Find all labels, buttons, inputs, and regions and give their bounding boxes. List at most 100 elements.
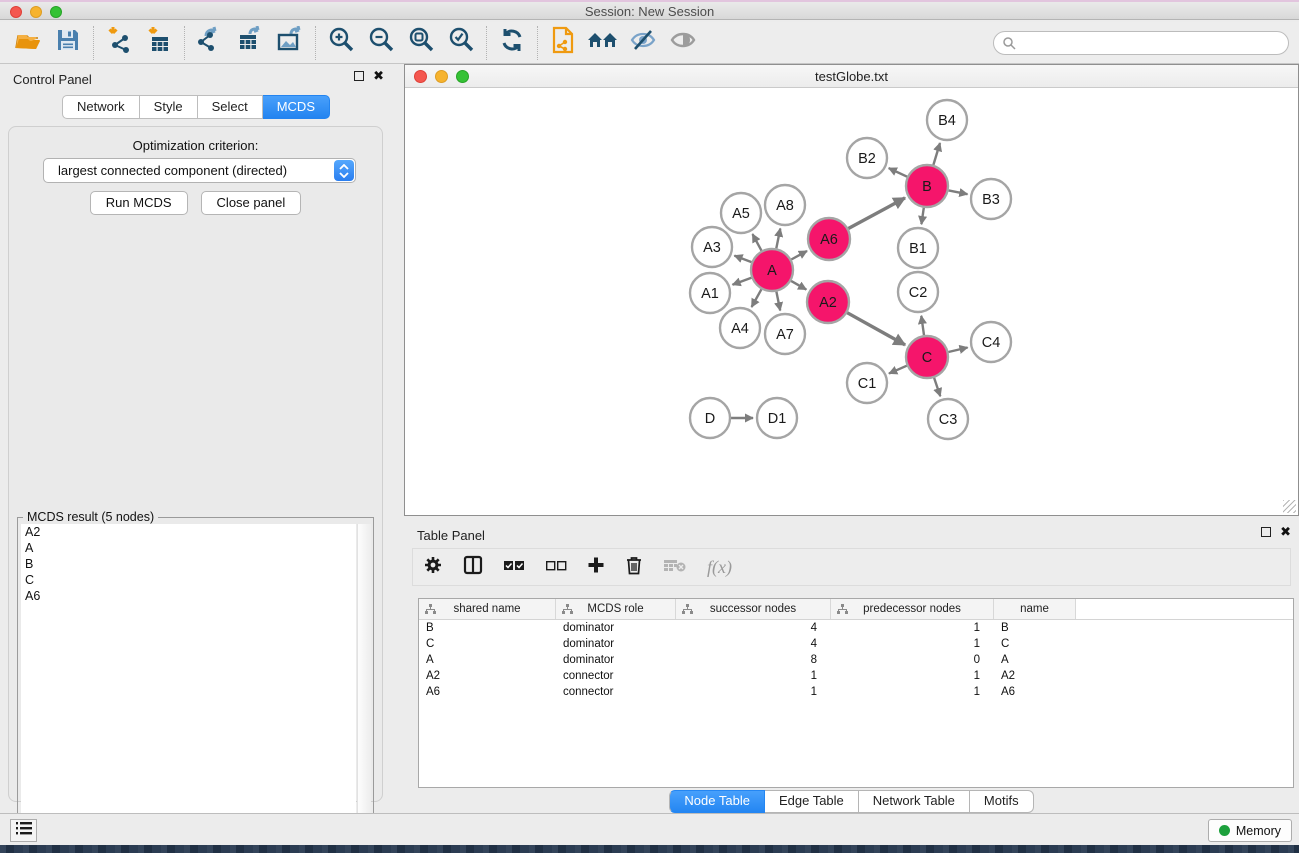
show-columns-button[interactable] xyxy=(463,555,483,580)
column-header-successor-nodes[interactable]: successor nodes xyxy=(676,599,831,619)
zoom-fit-button[interactable] xyxy=(401,25,441,61)
graph-edge-A-A8[interactable] xyxy=(776,229,780,249)
mcds-result-item[interactable]: C xyxy=(21,572,356,588)
float-panel-icon[interactable] xyxy=(354,71,364,81)
graph-edge-A-A4[interactable] xyxy=(752,289,762,307)
graph-edge-B-B3[interactable] xyxy=(949,190,968,194)
table-cell[interactable]: dominator xyxy=(556,654,676,666)
add-column-button[interactable] xyxy=(587,556,605,579)
mcds-result-item[interactable]: A xyxy=(21,540,356,556)
resize-grip-icon[interactable] xyxy=(1283,500,1296,513)
table-cell[interactable]: B xyxy=(994,622,1076,634)
zoom-selected-button[interactable] xyxy=(441,25,481,61)
session-document-button[interactable] xyxy=(543,25,583,61)
graph-node-C3[interactable]: C3 xyxy=(928,399,968,439)
graph-node-B4[interactable]: B4 xyxy=(927,100,967,140)
table-settings-button[interactable] xyxy=(423,555,443,580)
table-cell[interactable]: 4 xyxy=(676,638,831,650)
graph-node-B1[interactable]: B1 xyxy=(898,228,938,268)
graph-node-A6[interactable]: A6 xyxy=(808,218,850,260)
table-row[interactable]: Bdominator41B xyxy=(419,620,1293,636)
import-network-button[interactable] xyxy=(99,25,139,61)
delete-column-button[interactable] xyxy=(625,555,643,580)
task-history-button[interactable] xyxy=(10,819,37,842)
graph-node-A5[interactable]: A5 xyxy=(721,193,761,233)
graph-node-B3[interactable]: B3 xyxy=(971,179,1011,219)
mcds-result-list[interactable]: A2ABCA6 xyxy=(21,524,356,853)
graph-edge-C-C1[interactable] xyxy=(889,366,907,374)
graph-node-A[interactable]: A xyxy=(751,249,793,291)
import-table-button[interactable] xyxy=(139,25,179,61)
tab-select[interactable]: Select xyxy=(198,95,263,119)
node-table[interactable]: shared nameMCDS rolesuccessor nodesprede… xyxy=(418,598,1294,788)
table-cell[interactable]: A2 xyxy=(419,670,556,682)
column-header-shared-name[interactable]: shared name xyxy=(419,599,556,619)
graph-edge-A2-C[interactable] xyxy=(847,313,905,345)
tab-mcds[interactable]: MCDS xyxy=(263,95,330,119)
graph-node-D[interactable]: D xyxy=(690,398,730,438)
close-panel-button[interactable]: Close panel xyxy=(201,191,302,215)
table-row[interactable]: Adominator80A xyxy=(419,652,1293,668)
table-cell[interactable]: 8 xyxy=(676,654,831,666)
graph-edge-B-B1[interactable] xyxy=(921,208,923,224)
table-cell[interactable]: A2 xyxy=(994,670,1076,682)
tab-style[interactable]: Style xyxy=(140,95,198,119)
refresh-button[interactable] xyxy=(492,25,532,61)
graph-node-A3[interactable]: A3 xyxy=(692,227,732,267)
hide-selected-button[interactable] xyxy=(623,25,663,61)
graph-edge-A-A7[interactable] xyxy=(776,292,780,311)
table-row[interactable]: A2connector11A2 xyxy=(419,668,1293,684)
graph-node-B[interactable]: B xyxy=(906,165,948,207)
graph-edge-A-A5[interactable] xyxy=(753,234,762,251)
table-cell[interactable]: dominator xyxy=(556,638,676,650)
graph-edge-A-A3[interactable] xyxy=(734,256,751,263)
table-cell[interactable]: 1 xyxy=(676,686,831,698)
float-table-panel-icon[interactable] xyxy=(1261,527,1271,537)
table-cell[interactable]: 0 xyxy=(831,654,994,666)
graph-edge-A-A2[interactable] xyxy=(791,281,806,290)
graph-edge-C-C3[interactable] xyxy=(934,378,940,397)
table-cell[interactable]: dominator xyxy=(556,622,676,634)
table-cell[interactable]: A6 xyxy=(419,686,556,698)
table-cell[interactable]: connector xyxy=(556,670,676,682)
zoom-in-button[interactable] xyxy=(321,25,361,61)
mcds-result-item[interactable]: B xyxy=(21,556,356,572)
table-cell[interactable]: 4 xyxy=(676,622,831,634)
column-header-name[interactable]: name xyxy=(994,599,1076,619)
show-all-button[interactable] xyxy=(663,25,703,61)
graph-node-A2[interactable]: A2 xyxy=(807,281,849,323)
table-cell[interactable]: 1 xyxy=(831,638,994,650)
table-cell[interactable]: 1 xyxy=(676,670,831,682)
graph-edge-C-C4[interactable] xyxy=(948,348,967,353)
tab-network-table[interactable]: Network Table xyxy=(859,790,970,813)
mcds-result-item[interactable]: A2 xyxy=(21,524,356,540)
table-row[interactable]: Cdominator41C xyxy=(419,636,1293,652)
graph-node-B2[interactable]: B2 xyxy=(847,138,887,178)
graph-node-C[interactable]: C xyxy=(906,336,948,378)
search-input[interactable] xyxy=(993,31,1289,55)
tab-network[interactable]: Network xyxy=(62,95,140,119)
close-table-panel-icon[interactable]: ✖ xyxy=(1280,527,1291,537)
table-cell[interactable]: A xyxy=(994,654,1076,666)
graph-edge-B-B4[interactable] xyxy=(933,143,940,165)
function-builder-button[interactable]: f(x) xyxy=(707,557,732,578)
graph-node-A1[interactable]: A1 xyxy=(690,273,730,313)
tab-motifs[interactable]: Motifs xyxy=(970,790,1034,813)
graph-node-A4[interactable]: A4 xyxy=(720,308,760,348)
table-cell[interactable]: 1 xyxy=(831,686,994,698)
close-panel-icon[interactable]: ✖ xyxy=(373,71,384,81)
memory-button[interactable]: Memory xyxy=(1208,819,1292,842)
select-all-button[interactable] xyxy=(503,558,525,577)
table-cell[interactable]: connector xyxy=(556,686,676,698)
table-cell[interactable]: A6 xyxy=(994,686,1076,698)
table-row[interactable]: A6connector11A6 xyxy=(419,684,1293,700)
zoom-out-button[interactable] xyxy=(361,25,401,61)
save-session-button[interactable] xyxy=(48,25,88,61)
mcds-list-scrollbar[interactable] xyxy=(357,524,371,853)
export-image-button[interactable] xyxy=(270,25,310,61)
graph-node-C2[interactable]: C2 xyxy=(898,272,938,312)
table-cell[interactable]: C xyxy=(994,638,1076,650)
table-cell[interactable]: A xyxy=(419,654,556,666)
column-header-predecessor-nodes[interactable]: predecessor nodes xyxy=(831,599,994,619)
table-cell[interactable]: B xyxy=(419,622,556,634)
